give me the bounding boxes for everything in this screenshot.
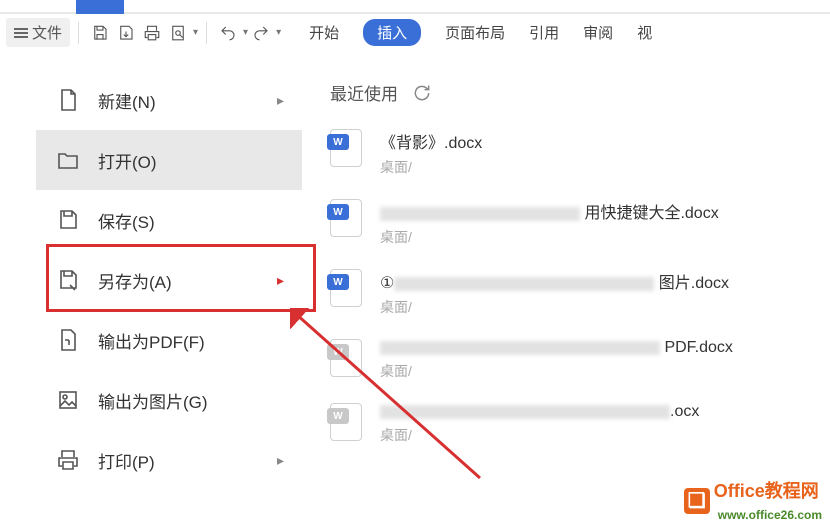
undo-icon[interactable] — [215, 20, 241, 46]
file-sidebar: 新建(N) ▸ 打开(O) 保存(S) 另存为(A) ▸ 输出为PDF(F) 输… — [36, 52, 302, 530]
tab-references[interactable]: 引用 — [529, 22, 559, 43]
file-name: 用快捷键大全.docx — [380, 199, 719, 223]
ribbon-tabs: 开始 插入 页面布局 引用 审阅 视 — [309, 19, 652, 46]
chevron-right-icon: ▸ — [277, 92, 284, 109]
save-icon[interactable] — [87, 20, 113, 46]
recent-label: 最近使用 — [330, 80, 398, 105]
save-as-icon — [56, 268, 80, 292]
tab-start[interactable]: 开始 — [309, 22, 339, 43]
menu-open[interactable]: 打开(O) — [36, 130, 302, 190]
file-name: PDF.docx — [380, 339, 733, 357]
dropdown-icon[interactable]: ▾ — [193, 27, 198, 38]
dropdown-icon[interactable]: ▾ — [276, 27, 281, 38]
toolbar: 文件 ▾ ▾ ▾ 开始 插入 页面布局 引用 审阅 视 — [0, 14, 830, 52]
file-location: 桌面/ — [380, 425, 699, 445]
menu-export-image[interactable]: 输出为图片(G) — [36, 370, 302, 430]
print-icon[interactable] — [139, 20, 165, 46]
print-icon — [56, 448, 80, 472]
file-menu-button[interactable]: 文件 — [6, 18, 70, 47]
pdf-icon — [56, 328, 80, 352]
new-icon — [56, 88, 80, 112]
menu-label: 新建(N) — [98, 88, 156, 113]
recent-file[interactable]: W .ocx 桌面/ — [330, 403, 830, 445]
menu-save[interactable]: 保存(S) — [36, 190, 302, 250]
chevron-right-icon: ▸ — [277, 452, 284, 469]
tab-insert[interactable]: 插入 — [363, 19, 421, 46]
refresh-icon[interactable] — [412, 83, 432, 103]
image-icon — [56, 388, 80, 412]
file-location: 桌面/ — [380, 157, 482, 177]
tab-review[interactable]: 审阅 — [583, 22, 613, 43]
file-location: 桌面/ — [380, 297, 729, 317]
menu-save-as[interactable]: 另存为(A) ▸ — [36, 250, 302, 310]
recent-file[interactable]: W 用快捷键大全.docx 桌面/ — [330, 199, 830, 247]
window-header — [0, 0, 830, 14]
divider — [78, 22, 79, 44]
recent-file[interactable]: W PDF.docx 桌面/ — [330, 339, 830, 381]
save-as-icon[interactable] — [113, 20, 139, 46]
file-location: 桌面/ — [380, 227, 719, 247]
recent-file[interactable]: W 《背影》.docx 桌面/ — [330, 129, 830, 177]
open-icon — [56, 148, 80, 172]
docx-icon: W — [330, 269, 362, 307]
menu-print[interactable]: 打印(P) ▸ — [36, 430, 302, 490]
tab-page-layout[interactable]: 页面布局 — [445, 22, 505, 43]
divider — [206, 22, 207, 44]
brand-text: Office教程网 — [714, 481, 819, 501]
brand-url: www.office26.com — [718, 508, 822, 522]
active-doc-tab[interactable] — [76, 0, 124, 14]
menu-label: 保存(S) — [98, 208, 155, 233]
docx-icon: W — [330, 403, 362, 441]
menu-label: 输出为图片(G) — [98, 388, 208, 413]
tab-view[interactable]: 视 — [637, 22, 652, 43]
menu-label: 打开(O) — [98, 148, 157, 173]
watermark: ❑ Office教程网 www.office26.com — [684, 477, 822, 524]
docx-icon: W — [330, 129, 362, 167]
redo-icon[interactable] — [248, 20, 274, 46]
preview-icon[interactable] — [165, 20, 191, 46]
file-location: 桌面/ — [380, 361, 733, 381]
file-name: .ocx — [380, 403, 699, 421]
recent-panel: 最近使用 W 《背影》.docx 桌面/ W 用快捷键大全.docx 桌面/ W… — [302, 52, 830, 530]
menu-new[interactable]: 新建(N) ▸ — [36, 70, 302, 130]
menu-label: 打印(P) — [98, 448, 155, 473]
menu-label: 输出为PDF(F) — [98, 328, 205, 353]
menu-label: 另存为(A) — [98, 268, 172, 293]
hamburger-icon — [14, 26, 28, 40]
docx-icon: W — [330, 199, 362, 237]
docx-icon: W — [330, 339, 362, 377]
save-icon — [56, 208, 80, 232]
recent-file[interactable]: W ① 图片.docx 桌面/ — [330, 269, 830, 317]
menu-export-pdf[interactable]: 输出为PDF(F) — [36, 310, 302, 370]
file-name: 《背影》.docx — [380, 129, 482, 153]
recent-header: 最近使用 — [330, 80, 830, 105]
chevron-right-icon: ▸ — [277, 272, 284, 289]
file-label: 文件 — [32, 22, 62, 43]
file-name: ① 图片.docx — [380, 269, 729, 293]
logo-icon: ❑ — [684, 488, 710, 514]
